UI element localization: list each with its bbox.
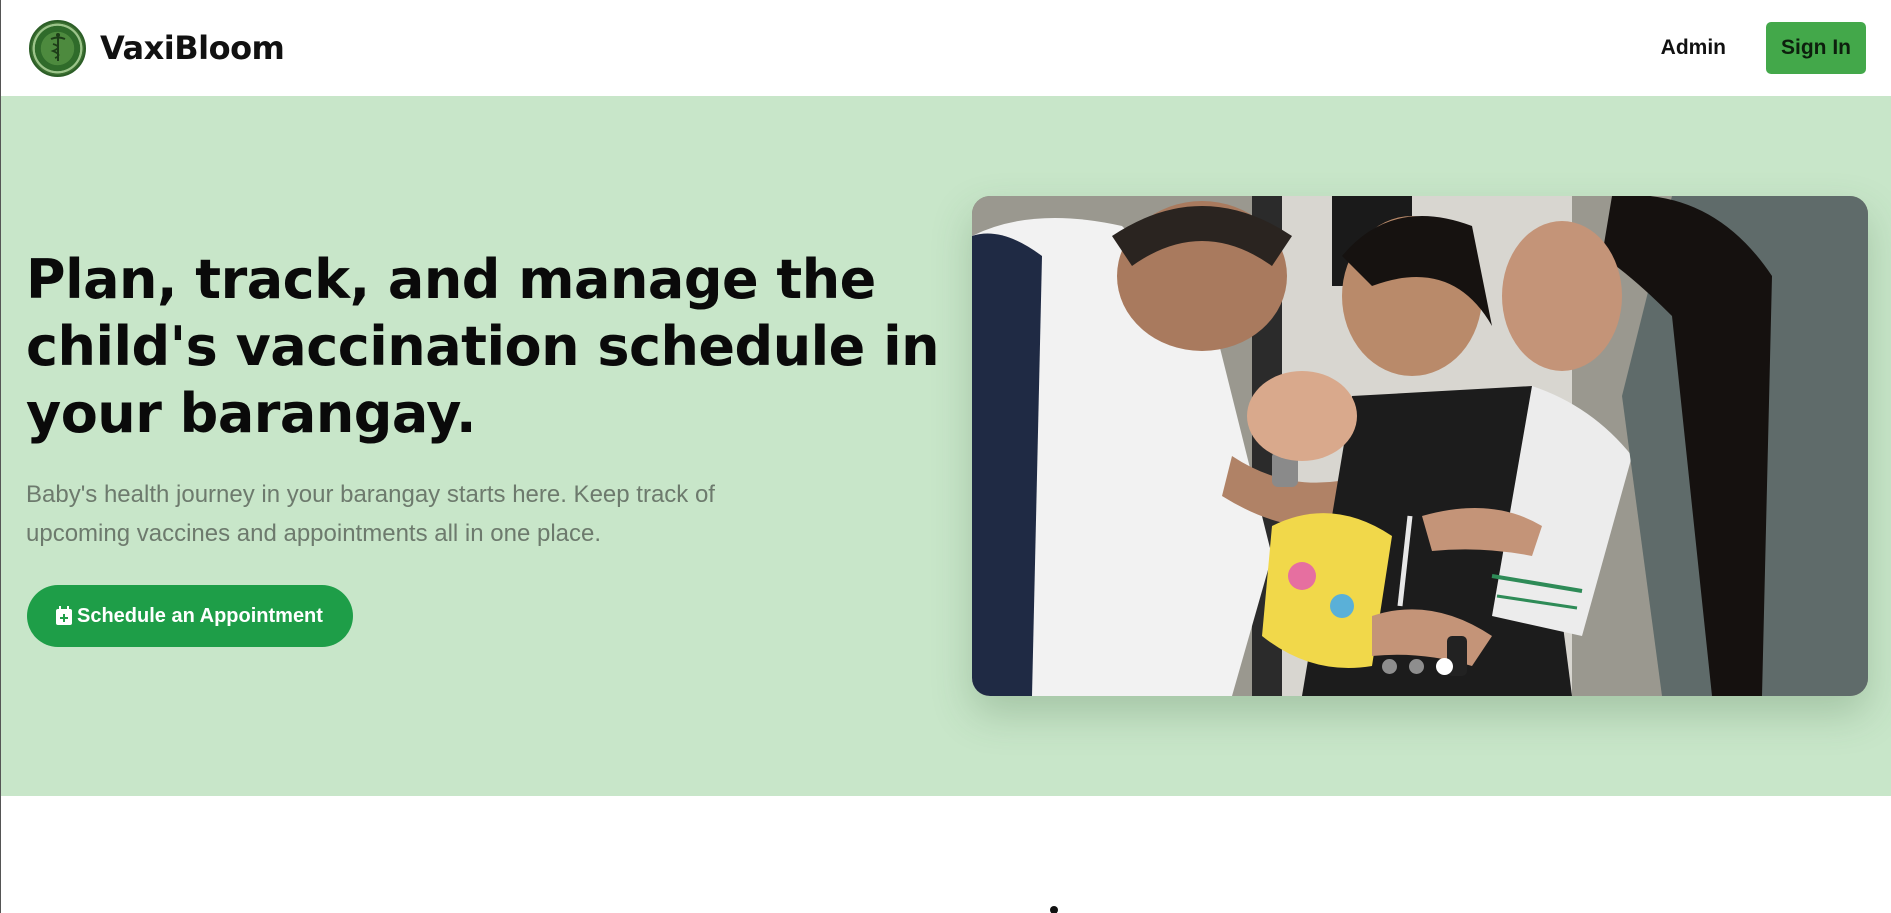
vaccination-photo: [972, 196, 1868, 696]
sign-in-button[interactable]: Sign In: [1766, 22, 1866, 74]
next-section-heading-fragment: [1050, 906, 1058, 913]
schedule-appointment-button[interactable]: Schedule an Appointment: [27, 585, 353, 647]
hero-headline: Plan, track, and manage the child's vacc…: [26, 248, 940, 445]
brand-name: VaxiBloom: [100, 29, 285, 67]
brand[interactable]: VaxiBloom: [29, 19, 285, 77]
calendar-plus-icon: [56, 606, 72, 625]
caduceus-icon: [50, 33, 65, 61]
site-header: VaxiBloom Admin Sign In: [1, 0, 1891, 96]
carousel-dot-1[interactable]: [1382, 659, 1397, 674]
hero-text: Plan, track, and manage the child's vacc…: [26, 246, 946, 553]
carousel-indicators: [1382, 658, 1453, 675]
hero-section: Plan, track, and manage the child's vacc…: [1, 96, 1891, 796]
carousel-dot-3[interactable]: [1436, 658, 1453, 675]
image-carousel[interactable]: [972, 196, 1868, 696]
schedule-appointment-label: Schedule an Appointment: [77, 604, 323, 627]
hero-subtext: Baby's health journey in your barangay s…: [26, 481, 715, 547]
nav-admin-link[interactable]: Admin: [1661, 36, 1726, 60]
page: VaxiBloom Admin Sign In Plan, track, and…: [0, 0, 1891, 913]
main-nav: Admin Sign In: [1661, 22, 1866, 74]
health-seal-logo: [29, 19, 86, 77]
carousel-dot-2[interactable]: [1409, 659, 1424, 674]
